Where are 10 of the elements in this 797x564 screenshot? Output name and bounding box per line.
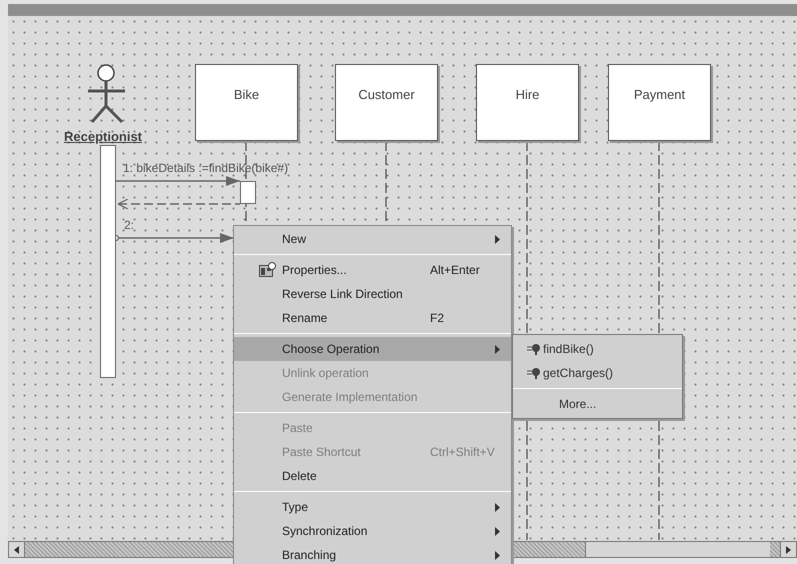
shortcut-label: Ctrl+Shift+V	[430, 444, 495, 461]
message-label: 2:	[124, 217, 134, 234]
actor-name: Receptionist	[64, 128, 142, 146]
object-box: Customer	[335, 64, 438, 141]
object-box: Bike	[195, 64, 298, 141]
object-box: Payment	[608, 64, 711, 141]
object-box: Hire	[476, 64, 579, 141]
message-label: 1: bikeDetails :=findBike(bike#)	[123, 160, 288, 177]
shortcut-label: Alt+Enter	[430, 262, 480, 279]
shortcut-label: F2	[430, 310, 444, 327]
